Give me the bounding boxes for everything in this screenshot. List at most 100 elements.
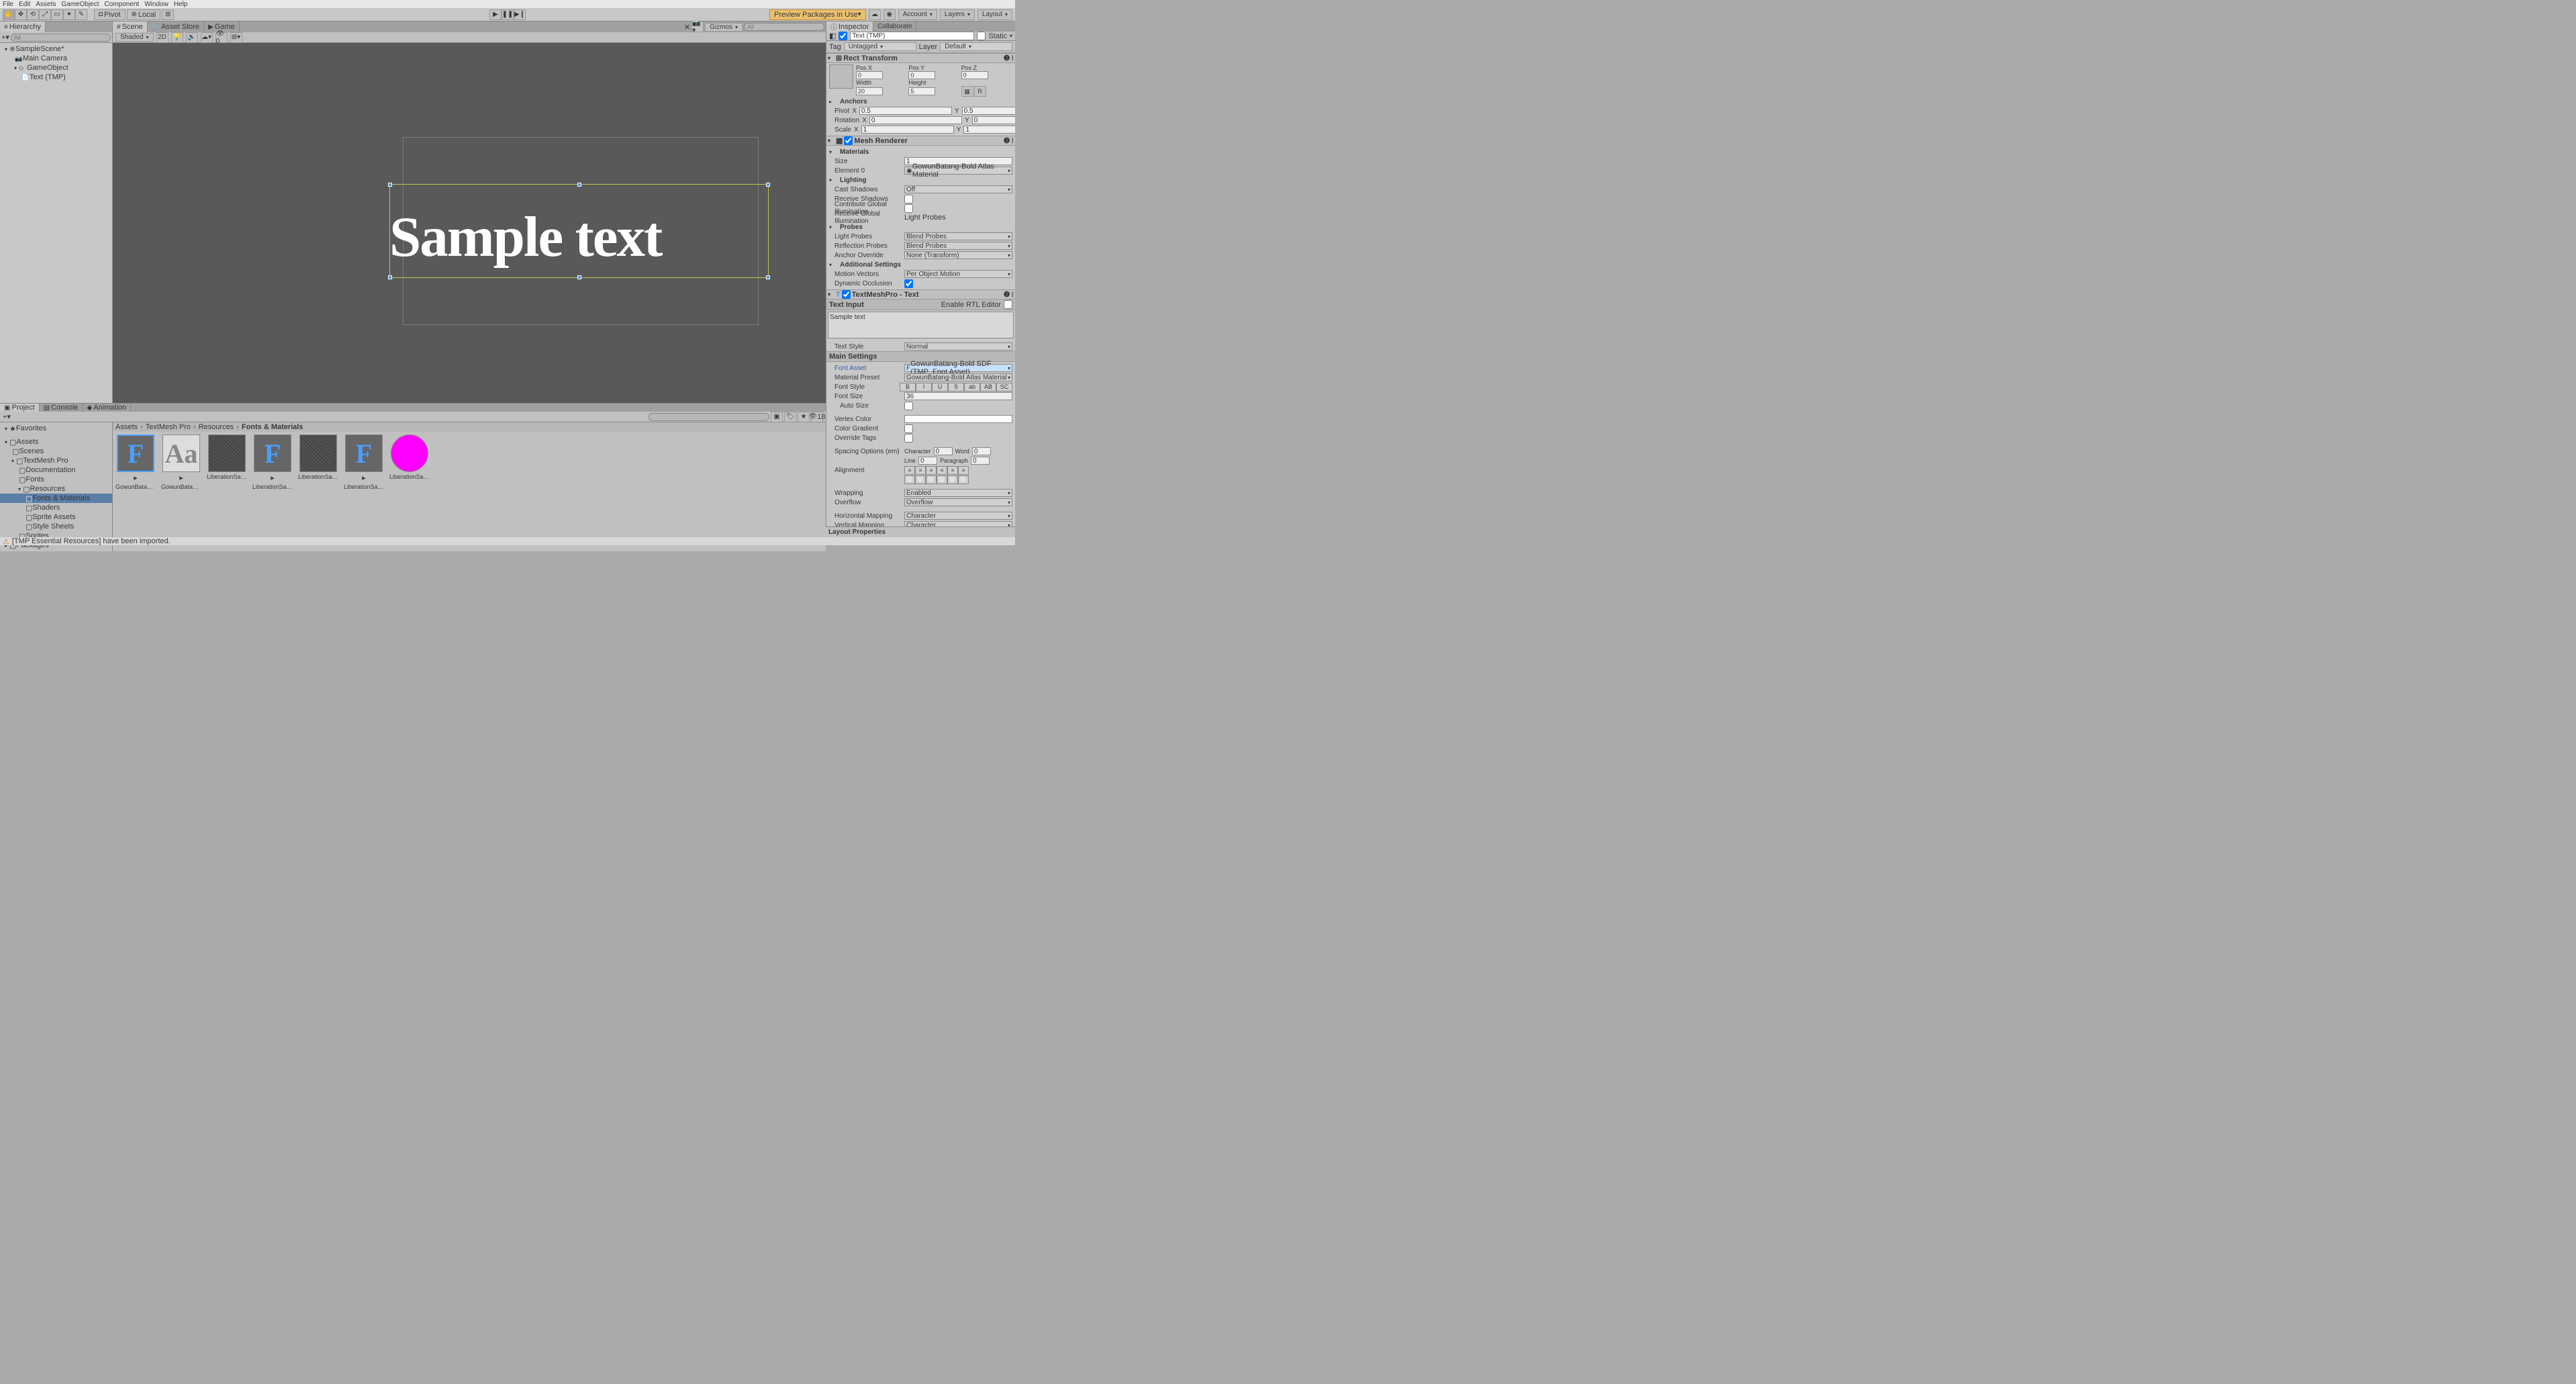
tab-scene[interactable]: # Scene xyxy=(113,21,148,32)
rtl-checkbox[interactable] xyxy=(1004,300,1012,309)
local-toggle[interactable]: ⊕ Local xyxy=(127,9,161,20)
rect-transform-gizmo[interactable] xyxy=(389,184,769,278)
align-flush[interactable]: ≡ xyxy=(947,466,958,475)
linespacing-input[interactable] xyxy=(918,457,937,465)
rotx-input[interactable] xyxy=(869,116,962,124)
italic-button[interactable]: I xyxy=(916,383,932,391)
move-tool[interactable]: ✥ xyxy=(15,9,27,20)
project-search-input[interactable] xyxy=(649,413,769,421)
object-name-input[interactable] xyxy=(850,32,974,40)
colorgrad-checkbox[interactable] xyxy=(904,424,913,433)
wordspacing-input[interactable] xyxy=(972,447,991,455)
hand-tool[interactable]: ✋ xyxy=(3,9,15,20)
sprite-assets-folder[interactable]: ▢ Sprite Assets xyxy=(0,512,112,522)
scenes-folder[interactable]: ▢ Scenes xyxy=(0,447,112,456)
create-dropdown[interactable]: +▾ xyxy=(3,412,11,421)
asset-item[interactable]: Aa▸GowunBatang-Bo... xyxy=(161,434,201,549)
fonts-materials-folder[interactable]: ▢ Fonts & Materials xyxy=(0,494,112,503)
menu-gameobject[interactable]: GameObject xyxy=(61,1,99,8)
active-checkbox[interactable] xyxy=(839,32,847,40)
lighting-foldout[interactable]: Lighting xyxy=(839,177,866,184)
valign-midline[interactable]: ⬜ xyxy=(947,475,958,484)
reference-icon[interactable]: ❷ xyxy=(1004,290,1010,299)
overflow-dropdown[interactable]: Overflow xyxy=(904,498,1012,506)
cloud-icon[interactable]: ☁ xyxy=(869,9,881,20)
reference-icon[interactable]: ❷ xyxy=(1004,136,1010,145)
posy-input[interactable] xyxy=(908,71,935,79)
asset-item[interactable]: F▸LiberationSans S... xyxy=(252,434,293,549)
camera-icon[interactable]: 📷▾ xyxy=(691,21,704,32)
fonts-folder[interactable]: ▢ Fonts xyxy=(0,475,112,484)
tmp-folder[interactable]: ▾▢ TextMesh Pro xyxy=(0,456,112,465)
underline-button[interactable]: U xyxy=(932,383,948,391)
favorites-row[interactable]: ▾★ Favorites xyxy=(0,424,112,433)
roty-input[interactable] xyxy=(972,116,1015,124)
doc-folder[interactable]: ▢ Documentation xyxy=(0,465,112,475)
mesh-renderer-header[interactable]: ▾▦ Mesh Renderer ❷⁝ xyxy=(826,136,1015,146)
valign-top[interactable]: ⬜ xyxy=(904,475,915,484)
additional-foldout[interactable]: Additional Settings xyxy=(839,261,901,269)
wrapping-dropdown[interactable]: Enabled xyxy=(904,489,1012,497)
vertexcolor-swatch[interactable] xyxy=(904,415,1012,423)
tmp-enabled-checkbox[interactable] xyxy=(842,290,851,299)
paraspacing-input[interactable] xyxy=(971,457,990,465)
save-search-icon[interactable]: ★ xyxy=(798,412,810,422)
smallcaps-button[interactable]: SC xyxy=(996,383,1012,391)
anchor-dropdown[interactable]: None (Transform) xyxy=(904,251,1012,259)
reflprobes-dropdown[interactable]: Blend Probes xyxy=(904,242,1012,250)
blueprint-icon[interactable]: ▦ xyxy=(961,86,973,97)
valign-cap[interactable]: ⬜ xyxy=(958,475,969,484)
static-checkbox[interactable] xyxy=(977,32,986,40)
probes-foldout[interactable]: Probes xyxy=(839,224,863,231)
valign-mid[interactable]: ⬜ xyxy=(915,475,926,484)
menu-file[interactable]: File xyxy=(3,1,13,8)
uppercase-button[interactable]: AB xyxy=(980,383,996,391)
collab-icon[interactable]: ◉ xyxy=(884,9,896,20)
hmap-dropdown[interactable]: Character xyxy=(904,512,1012,520)
text-content-input[interactable]: Sample text xyxy=(828,312,1014,338)
overridetags-checkbox[interactable] xyxy=(904,434,913,443)
account-dropdown[interactable]: Account xyxy=(898,9,937,20)
scene-search-input[interactable] xyxy=(744,23,824,31)
expand-icon[interactable]: ▸ xyxy=(362,473,366,482)
preset-icon[interactable]: ⁝ xyxy=(1012,54,1014,62)
menu-icon[interactable]: ⁝ xyxy=(1012,136,1014,145)
search-by-label-icon[interactable]: 🏷 xyxy=(784,412,796,422)
style-sheets-folder[interactable]: ▢ Style Sheets xyxy=(0,522,112,531)
posz-input[interactable] xyxy=(961,71,988,79)
resources-folder[interactable]: ▾▢ Resources xyxy=(0,484,112,494)
hierarchy-search-input[interactable] xyxy=(11,34,111,42)
anchors-foldout[interactable]: Anchors xyxy=(839,98,867,105)
hierarchy-item-text[interactable]: 📄Text (TMP) xyxy=(0,73,112,82)
recv-checkbox[interactable] xyxy=(904,195,913,203)
posx-input[interactable] xyxy=(856,71,883,79)
hidden-packages-icon[interactable]: 👁18 xyxy=(811,412,823,422)
layers-dropdown[interactable]: Layers xyxy=(940,9,975,20)
width-input[interactable] xyxy=(856,87,883,95)
custom-tool[interactable]: ✎ xyxy=(75,9,87,20)
lowercase-button[interactable]: ab xyxy=(964,383,980,391)
preview-packages-pill[interactable]: Preview Packages in Use ▾ xyxy=(769,9,866,20)
textstyle-dropdown[interactable]: Normal xyxy=(904,342,1012,351)
align-geo[interactable]: ≡ xyxy=(958,466,969,475)
align-left[interactable]: ≡ xyxy=(904,466,915,475)
align-justify[interactable]: ≡ xyxy=(937,466,947,475)
menu-component[interactable]: Component xyxy=(105,1,140,8)
fx-toggle[interactable]: ☁▾ xyxy=(201,32,213,43)
pause-button[interactable]: ❚❚ xyxy=(502,9,514,20)
hidden-toggle[interactable]: 👁0 xyxy=(216,32,228,43)
mesh-enabled-checkbox[interactable] xyxy=(844,136,853,145)
rect-transform-header[interactable]: ▾⊞ Rect Transform ❷ ⁝ xyxy=(826,53,1015,63)
tab-animation[interactable]: ◆ Animation xyxy=(83,404,132,412)
step-button[interactable]: ▶❙ xyxy=(514,9,526,20)
strike-button[interactable]: S xyxy=(948,383,964,391)
asset-item[interactable]: F▸LiberationSans S... xyxy=(344,434,384,549)
hierarchy-item-camera[interactable]: 📷Main Camera xyxy=(0,54,112,63)
motion-dropdown[interactable]: Per Object Motion xyxy=(904,270,1012,278)
tag-dropdown[interactable]: Untagged xyxy=(844,42,916,51)
charspacing-input[interactable] xyxy=(934,447,953,455)
expand-icon[interactable]: ▸ xyxy=(179,473,183,482)
valign-base[interactable]: ⬜ xyxy=(937,475,947,484)
scene-close-icon[interactable]: ✕ xyxy=(684,23,690,32)
menu-help[interactable]: Help xyxy=(174,1,188,8)
